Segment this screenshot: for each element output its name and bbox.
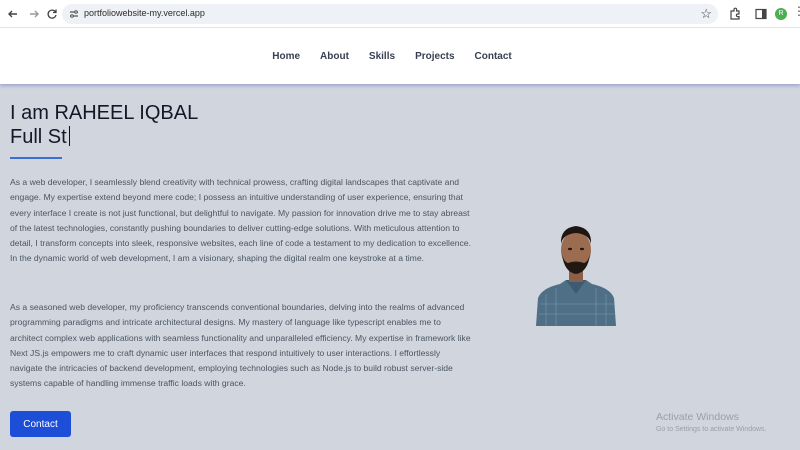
main-nav: Home About Skills Projects Contact [272,51,512,62]
profile-avatar-icon[interactable]: R [775,8,787,20]
typed-text: Full St [10,126,67,148]
activate-windows-watermark: Activate Windows Go to Settings to activ… [656,411,767,433]
nav-skills[interactable]: Skills [369,51,395,62]
address-bar[interactable]: portfoliowebsite-my.vercel.app ☆ [62,4,718,24]
intro-paragraph-1: As a web developer, I seamlessly blend c… [10,177,471,264]
watermark-subtitle: Go to Settings to activate Windows. [656,426,767,433]
hero-section: I am RAHEEL IQBAL Full St As a web devel… [0,84,800,450]
side-panel-icon[interactable] [754,7,768,21]
browser-toolbar: portfoliowebsite-my.vercel.app ☆ R ⋮ [0,0,800,28]
url-text[interactable]: portfoliowebsite-my.vercel.app [84,8,205,18]
contact-button[interactable]: Contact [10,411,71,437]
intro-paragraph-2: As a seasoned web developer, my proficie… [10,302,471,389]
site-header: Home About Skills Projects Contact [0,28,800,84]
extensions-icon[interactable] [728,7,742,21]
title-underline [10,157,62,159]
hero-title: I am RAHEEL IQBAL [10,102,199,124]
forward-arrow-icon[interactable] [27,7,41,21]
site-info-icon[interactable] [68,8,80,20]
typing-cursor [68,126,71,146]
nav-contact[interactable]: Contact [475,51,512,62]
watermark-title: Activate Windows [656,411,739,423]
profile-photo [536,226,616,326]
bookmark-star-icon[interactable]: ☆ [700,6,712,22]
nav-about[interactable]: About [320,51,349,62]
back-arrow-icon[interactable] [6,7,20,21]
menu-dots-icon[interactable]: ⋮ [793,5,800,17]
hero-typed-subtitle: Full St [10,126,71,149]
nav-home[interactable]: Home [272,51,300,62]
nav-projects[interactable]: Projects [415,51,454,62]
reload-icon[interactable] [45,7,59,21]
